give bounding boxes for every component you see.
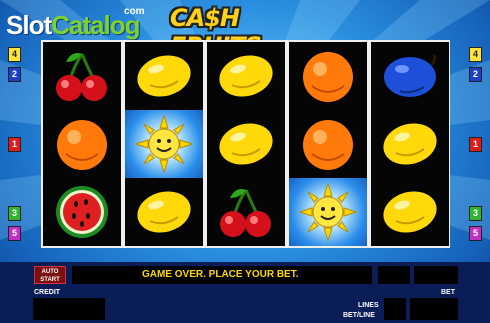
autostart-button[interactable]: AUTO START: [34, 266, 66, 284]
reel-5: [371, 42, 449, 246]
payline-right-2: 2: [469, 67, 482, 82]
payline-left-1: 1: [8, 137, 21, 152]
lemon-symbol: [125, 42, 203, 110]
lemon-symbol: [371, 178, 449, 246]
site-logo: SlotCatalog com: [6, 6, 156, 40]
game-title: CA$H FRUITS: [170, 4, 262, 60]
lines-display[interactable]: [384, 298, 406, 320]
autostart-label-line1: AUTO: [41, 269, 59, 275]
credit-label: CREDIT: [34, 289, 61, 296]
info-box-2: [414, 266, 458, 284]
reel-2: [125, 42, 203, 246]
lemon-symbol: [371, 110, 449, 178]
info-box-1: [378, 266, 410, 284]
site-logo-suffix: com: [124, 6, 145, 17]
bet-label: BET: [441, 289, 455, 296]
payline-right-5: 5: [469, 226, 482, 241]
autostart-label-line2: START: [40, 277, 60, 283]
orange-symbol: [289, 110, 367, 178]
credit-display: [33, 298, 105, 320]
bet-per-line-label: BET/LINE: [343, 312, 375, 319]
lemon-symbol: [207, 110, 285, 178]
orange-symbol: [43, 110, 121, 178]
reel-1: [43, 42, 121, 246]
payline-left-2: 2: [8, 67, 21, 82]
payline-left-4: 4: [8, 47, 21, 62]
cherry-symbol: [207, 178, 285, 246]
payline-right-1: 1: [469, 137, 482, 152]
payline-right-4: 4: [469, 47, 482, 62]
lines-label: LINES: [358, 302, 379, 309]
payline-left-3: 3: [8, 206, 21, 221]
plum-symbol: [371, 42, 449, 110]
payline-right-3: 3: [469, 206, 482, 221]
reel-grid: [41, 40, 450, 248]
watermelon-symbol: [43, 178, 121, 246]
payline-left-5: 5: [8, 226, 21, 241]
bet-display[interactable]: [410, 298, 458, 320]
reel-4: [289, 42, 367, 246]
site-logo-text: SlotCatalog: [6, 10, 140, 40]
status-message: GAME OVER. PLACE YOUR BET.: [72, 266, 372, 284]
sun-scatter-symbol: [125, 110, 203, 178]
sun-scatter-symbol: [289, 178, 367, 246]
orange-symbol: [289, 42, 367, 110]
lemon-symbol: [125, 178, 203, 246]
cherry-symbol: [43, 42, 121, 110]
lemon-symbol: [207, 42, 285, 110]
reel-3: [207, 42, 285, 246]
